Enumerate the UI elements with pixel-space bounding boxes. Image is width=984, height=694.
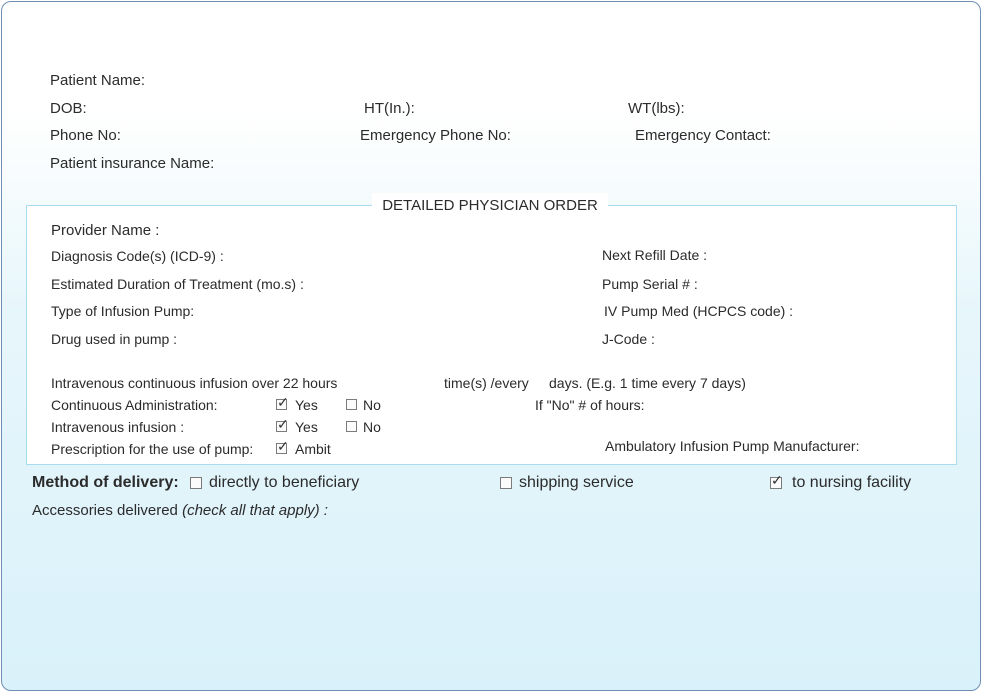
shipping-checkbox[interactable]: [500, 477, 512, 489]
check-icon: ✓: [277, 394, 289, 410]
iv-infusion-yes-checkbox[interactable]: ✓: [276, 417, 289, 432]
check-icon: ✓: [277, 416, 289, 432]
next-refill-label: Next Refill Date :: [602, 247, 708, 263]
continuous-admin-yes-checkbox[interactable]: ✓: [276, 395, 289, 410]
nursing-option-label: to nursing facility: [792, 474, 912, 491]
patient-name-label: Patient Name:: [50, 72, 146, 89]
iv-infusion-no-checkbox[interactable]: [346, 421, 357, 432]
continuous-admin-label: Continuous Administration:: [51, 397, 218, 413]
continuous-admin-no-checkbox[interactable]: [346, 399, 357, 410]
accessories-hint: (check all that apply) :: [182, 502, 328, 519]
emergency-contact-label: Emergency Contact:: [635, 127, 771, 144]
prescription-label: Prescription for the use of pump:: [51, 441, 254, 457]
drug-label: Drug used in pump :: [51, 331, 178, 347]
accessories-label: Accessories delivered (check all that ap…: [32, 502, 328, 520]
method-of-delivery-label: Method of delivery:: [32, 474, 179, 491]
infusion-label: Intravenous continuous infusion over 22 …: [51, 375, 338, 391]
times-every-label: time(s) /every: [444, 375, 529, 391]
phone-label: Phone No:: [50, 127, 121, 144]
shipping-option-label: shipping service: [519, 474, 634, 491]
provider-name-label: Provider Name :: [51, 222, 160, 239]
weight-label: WT(lbs):: [628, 100, 685, 117]
if-no-hours-label: If "No" # of hours:: [535, 397, 645, 413]
beneficiary-checkbox[interactable]: [190, 477, 202, 489]
manufacturer-label: Ambulatory Infusion Pump Manufacturer:: [605, 438, 860, 454]
insurance-name-label: Patient insurance Name:: [50, 155, 215, 172]
physician-order-title: DETAILED PHYSICIAN ORDER: [372, 193, 608, 219]
jcode-label: J-Code :: [602, 331, 655, 347]
days-example-label: days. (E.g. 1 time every 7 days): [549, 375, 746, 391]
dob-label: DOB:: [50, 100, 87, 117]
iv-pump-med-label: IV Pump Med (HCPCS code) :: [604, 303, 794, 319]
check-icon: ✓: [771, 472, 783, 488]
pump-serial-label: Pump Serial # :: [602, 276, 698, 292]
emergency-phone-label: Emergency Phone No:: [360, 127, 511, 144]
accessories-label-text: Accessories delivered: [32, 502, 178, 519]
iv-infusion-label: Intravenous infusion :: [51, 419, 185, 435]
check-icon: ✓: [277, 438, 289, 454]
continuous-admin-yes-label: Yes: [295, 397, 318, 413]
iv-infusion-yes-label: Yes: [295, 419, 318, 435]
nursing-checkbox[interactable]: ✓: [770, 473, 783, 489]
prescription-ambit-checkbox[interactable]: ✓: [276, 439, 289, 454]
iv-infusion-no-label: No: [363, 419, 381, 435]
beneficiary-option-label: directly to beneficiary: [209, 474, 360, 491]
height-label: HT(In.):: [364, 100, 415, 117]
diagnosis-code-label: Diagnosis Code(s) (ICD-9) :: [51, 248, 224, 264]
duration-label: Estimated Duration of Treatment (mo.s) :: [51, 276, 304, 292]
pump-type-label: Type of Infusion Pump:: [51, 303, 195, 319]
prescription-ambit-label: Ambit: [295, 441, 331, 457]
continuous-admin-no-label: No: [363, 397, 381, 413]
